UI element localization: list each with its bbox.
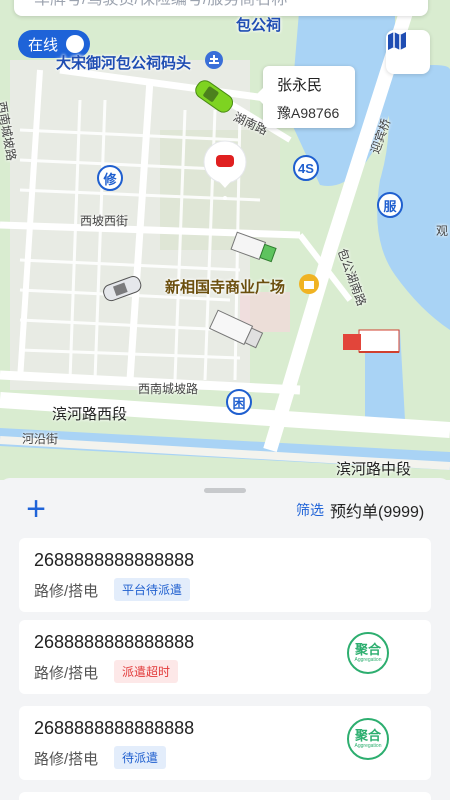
order-service-type: 路修/搭电 — [34, 665, 99, 682]
road-label-heyan: 河沿街 — [22, 432, 59, 446]
road-label-binhe-mid: 滨河路中段 — [336, 461, 412, 478]
rest-area-marker[interactable]: 困 — [226, 389, 252, 415]
order-card[interactable]: 2688888888888888 路修/搭电 平台待派遣 — [19, 538, 431, 612]
search-bar[interactable]: 车牌号/驾驶员/保险编号/服务商名称 — [14, 0, 428, 16]
aggregation-stamp-icon: 聚合 Aggregation — [347, 718, 389, 760]
order-status-badge: 派遣超时 — [114, 660, 179, 683]
order-number: 2688888888888888 — [34, 632, 195, 652]
order-number: 2688888888888888 — [34, 550, 195, 570]
map-layer-button[interactable] — [386, 30, 430, 74]
repair-shop-marker[interactable]: 修 — [97, 165, 123, 191]
aggregation-stamp-icon: 聚合 Aggregation — [347, 632, 389, 674]
poi-plaza[interactable]: 新相国寺商业广场 — [165, 276, 285, 297]
toggle-knob — [66, 35, 85, 53]
order-service-type: 路修/搭电 — [34, 751, 99, 768]
driver-plate: 豫A98766 — [277, 105, 340, 121]
add-order-button[interactable]: + — [22, 492, 50, 526]
order-list-title: 预约单(9999) — [330, 504, 425, 521]
edge-text: 观 — [436, 224, 449, 238]
driver-name: 张永民 — [277, 77, 323, 94]
order-card-partial[interactable] — [19, 792, 431, 800]
filter-button[interactable]: 筛选 — [296, 500, 324, 520]
road-label-binhe-west: 滨河路西段 — [52, 406, 128, 423]
online-status-label: 在线 — [28, 36, 59, 54]
poi-dock[interactable]: 大宋御河包公祠码头 — [56, 52, 191, 73]
order-card[interactable]: 2688888888888888 路修/搭电 待派遣 聚合 Aggregatio… — [19, 706, 431, 780]
4s-shop-marker[interactable]: 4S — [293, 155, 319, 181]
order-status-badge: 平台待派遣 — [114, 578, 191, 601]
order-service-type: 路修/搭电 — [34, 583, 99, 600]
search-input[interactable]: 车牌号/驾驶员/保险编号/服务商名称 — [34, 0, 287, 9]
order-card[interactable]: 2688888888888888 路修/搭电 派遣超时 聚合 Aggregati… — [19, 620, 431, 694]
driver-info-bubble[interactable]: 张永民 豫A98766 — [255, 66, 355, 128]
order-sheet: + 筛选 预约单(9999) 2688888888888888 路修/搭电 平台… — [0, 478, 450, 800]
road-label-xipo: 西坡西街 — [80, 214, 129, 228]
map-view[interactable]: 车牌号/驾驶员/保险编号/服务商名称 在线 包公祠 大宋御河包公祠码头 新相国寺… — [0, 0, 450, 480]
road-label-xinan2: 西南城坡路 — [138, 382, 199, 396]
sheet-drag-handle[interactable] — [204, 488, 246, 493]
order-status-badge: 待派遣 — [114, 746, 167, 769]
poi-baogongci[interactable]: 包公祠 — [236, 14, 281, 35]
order-number: 2688888888888888 — [34, 718, 195, 738]
service-marker[interactable]: 服 — [377, 192, 403, 218]
